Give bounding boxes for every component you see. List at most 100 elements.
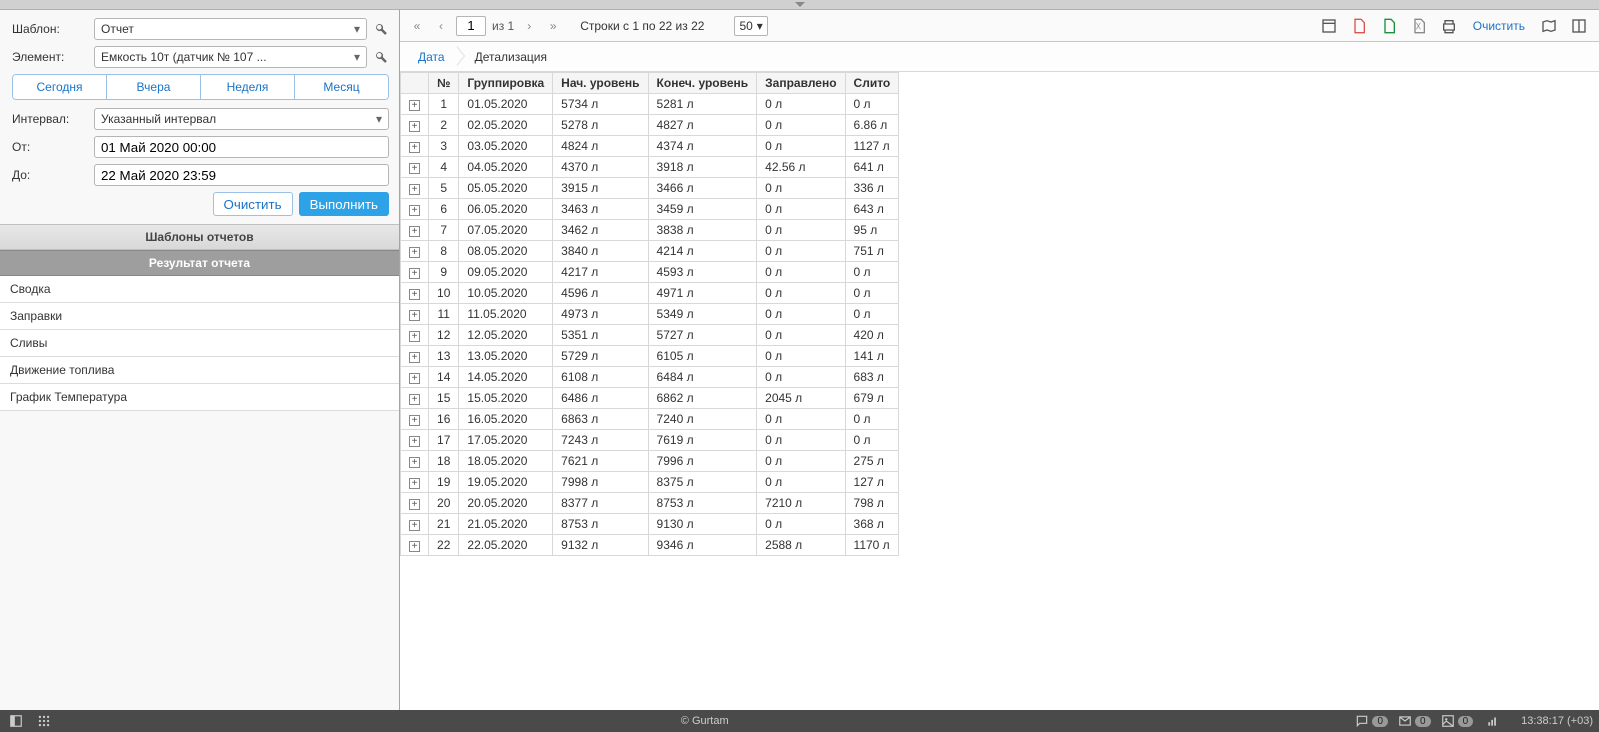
clear-report-link[interactable]: Очистить <box>1467 19 1531 33</box>
breadcrumb-detail: Детализация <box>457 42 559 71</box>
page-of-text: из 1 <box>492 19 514 33</box>
result-item[interactable]: Сливы <box>0 330 399 357</box>
section-templates-header[interactable]: Шаблоны отчетов <box>0 224 399 250</box>
table-cell: 420 л <box>845 325 899 346</box>
export-file-icon[interactable] <box>1407 14 1431 38</box>
sidebar: Шаблон: Отчет ▾ Элемент: Емкость 10т (да… <box>0 10 400 710</box>
expand-row-button[interactable]: + <box>401 409 429 430</box>
top-collapse-handle[interactable] <box>0 0 1599 10</box>
expand-row-button[interactable]: + <box>401 367 429 388</box>
nav-last-icon[interactable]: » <box>544 17 562 35</box>
expand-row-button[interactable]: + <box>401 535 429 556</box>
footer-image-icon[interactable]: 0 <box>1441 714 1474 728</box>
image-count: 0 <box>1458 716 1474 727</box>
expand-row-button[interactable]: + <box>401 472 429 493</box>
expand-row-button[interactable]: + <box>401 220 429 241</box>
expand-row-button[interactable]: + <box>401 241 429 262</box>
expand-row-button[interactable]: + <box>401 451 429 472</box>
expand-row-button[interactable]: + <box>401 262 429 283</box>
table-cell: 368 л <box>845 514 899 535</box>
clear-button[interactable]: Очистить <box>213 192 293 216</box>
table-header[interactable]: Группировка <box>459 73 553 94</box>
table-row: +1212.05.20205351 л5727 л0 л420 л <box>401 325 899 346</box>
layout-toggle-icon[interactable] <box>1567 14 1591 38</box>
table-cell: 8375 л <box>648 472 757 493</box>
table-cell: 5 <box>429 178 459 199</box>
range-month-button[interactable]: Месяц <box>295 75 388 99</box>
date-from-input[interactable] <box>94 136 389 158</box>
map-icon[interactable] <box>1537 14 1561 38</box>
expand-row-button[interactable]: + <box>401 325 429 346</box>
expand-row-button[interactable]: + <box>401 388 429 409</box>
footer-signal-icon[interactable] <box>1483 713 1503 729</box>
table-row: +1616.05.20206863 л7240 л0 л0 л <box>401 409 899 430</box>
table-header[interactable]: Нач. уровень <box>553 73 648 94</box>
table-cell: 8753 л <box>553 514 648 535</box>
footer-mail-icon[interactable]: 0 <box>1398 714 1431 728</box>
export-pdf-icon[interactable] <box>1347 14 1371 38</box>
expand-row-button[interactable]: + <box>401 283 429 304</box>
table-cell: 5278 л <box>553 115 648 136</box>
interval-select[interactable]: Указанный интервал ▾ <box>94 108 389 130</box>
table-cell: 12.05.2020 <box>459 325 553 346</box>
result-item[interactable]: Сводка <box>0 276 399 303</box>
expand-row-button[interactable]: + <box>401 430 429 451</box>
section-result-header[interactable]: Результат отчета <box>0 250 399 276</box>
table-cell: 0 л <box>757 430 845 451</box>
expand-row-button[interactable]: + <box>401 304 429 325</box>
table-cell: 2588 л <box>757 535 845 556</box>
table-cell: 6.86 л <box>845 115 899 136</box>
table-cell: 0 л <box>757 115 845 136</box>
table-cell: 751 л <box>845 241 899 262</box>
breadcrumb-date[interactable]: Дата <box>400 42 457 71</box>
table-cell: 0 л <box>845 430 899 451</box>
table-cell: 0 л <box>757 409 845 430</box>
table-header[interactable]: Конеч. уровень <box>648 73 757 94</box>
table-cell: 17 <box>429 430 459 451</box>
export-excel-icon[interactable] <box>1377 14 1401 38</box>
range-yesterday-button[interactable]: Вчера <box>107 75 201 99</box>
print-icon[interactable] <box>1437 14 1461 38</box>
expand-row-button[interactable]: + <box>401 199 429 220</box>
result-item[interactable]: Движение топлива <box>0 357 399 384</box>
expand-row-button[interactable]: + <box>401 157 429 178</box>
footer-panel-toggle-icon[interactable] <box>6 713 26 729</box>
table-header[interactable]: № <box>429 73 459 94</box>
range-today-button[interactable]: Сегодня <box>13 75 107 99</box>
result-item[interactable]: График Температура <box>0 384 399 411</box>
table-cell: 13 <box>429 346 459 367</box>
export-html-icon[interactable] <box>1317 14 1341 38</box>
wrench-icon[interactable] <box>373 21 389 37</box>
template-select[interactable]: Отчет ▾ <box>94 18 367 40</box>
date-to-input[interactable] <box>94 164 389 186</box>
page-size-select[interactable]: 50 ▾ <box>734 16 767 36</box>
expand-row-button[interactable]: + <box>401 493 429 514</box>
expand-row-button[interactable]: + <box>401 514 429 535</box>
table-cell: 6486 л <box>553 388 648 409</box>
table-header[interactable]: Заправлено <box>757 73 845 94</box>
table-cell: 11 <box>429 304 459 325</box>
nav-prev-icon[interactable]: ‹ <box>432 17 450 35</box>
table-cell: 19.05.2020 <box>459 472 553 493</box>
nav-first-icon[interactable]: « <box>408 17 426 35</box>
page-number-input[interactable] <box>456 16 486 36</box>
table-cell: 7621 л <box>553 451 648 472</box>
expand-row-button[interactable]: + <box>401 346 429 367</box>
table-cell: 336 л <box>845 178 899 199</box>
table-cell: 7 <box>429 220 459 241</box>
range-week-button[interactable]: Неделя <box>201 75 295 99</box>
expand-row-button[interactable]: + <box>401 178 429 199</box>
result-item[interactable]: Заправки <box>0 303 399 330</box>
expand-row-button[interactable]: + <box>401 136 429 157</box>
footer-notifications-icon[interactable]: 0 <box>1355 714 1388 728</box>
expand-row-button[interactable]: + <box>401 94 429 115</box>
nav-next-icon[interactable]: › <box>520 17 538 35</box>
wrench-icon[interactable] <box>373 49 389 65</box>
table-row: +202.05.20205278 л4827 л0 л6.86 л <box>401 115 899 136</box>
table-header[interactable]: Слито <box>845 73 899 94</box>
table-cell: 5727 л <box>648 325 757 346</box>
element-select[interactable]: Емкость 10т (датчик № 107 ... ▾ <box>94 46 367 68</box>
expand-row-button[interactable]: + <box>401 115 429 136</box>
execute-button[interactable]: Выполнить <box>299 192 389 216</box>
footer-apps-icon[interactable] <box>34 713 54 729</box>
